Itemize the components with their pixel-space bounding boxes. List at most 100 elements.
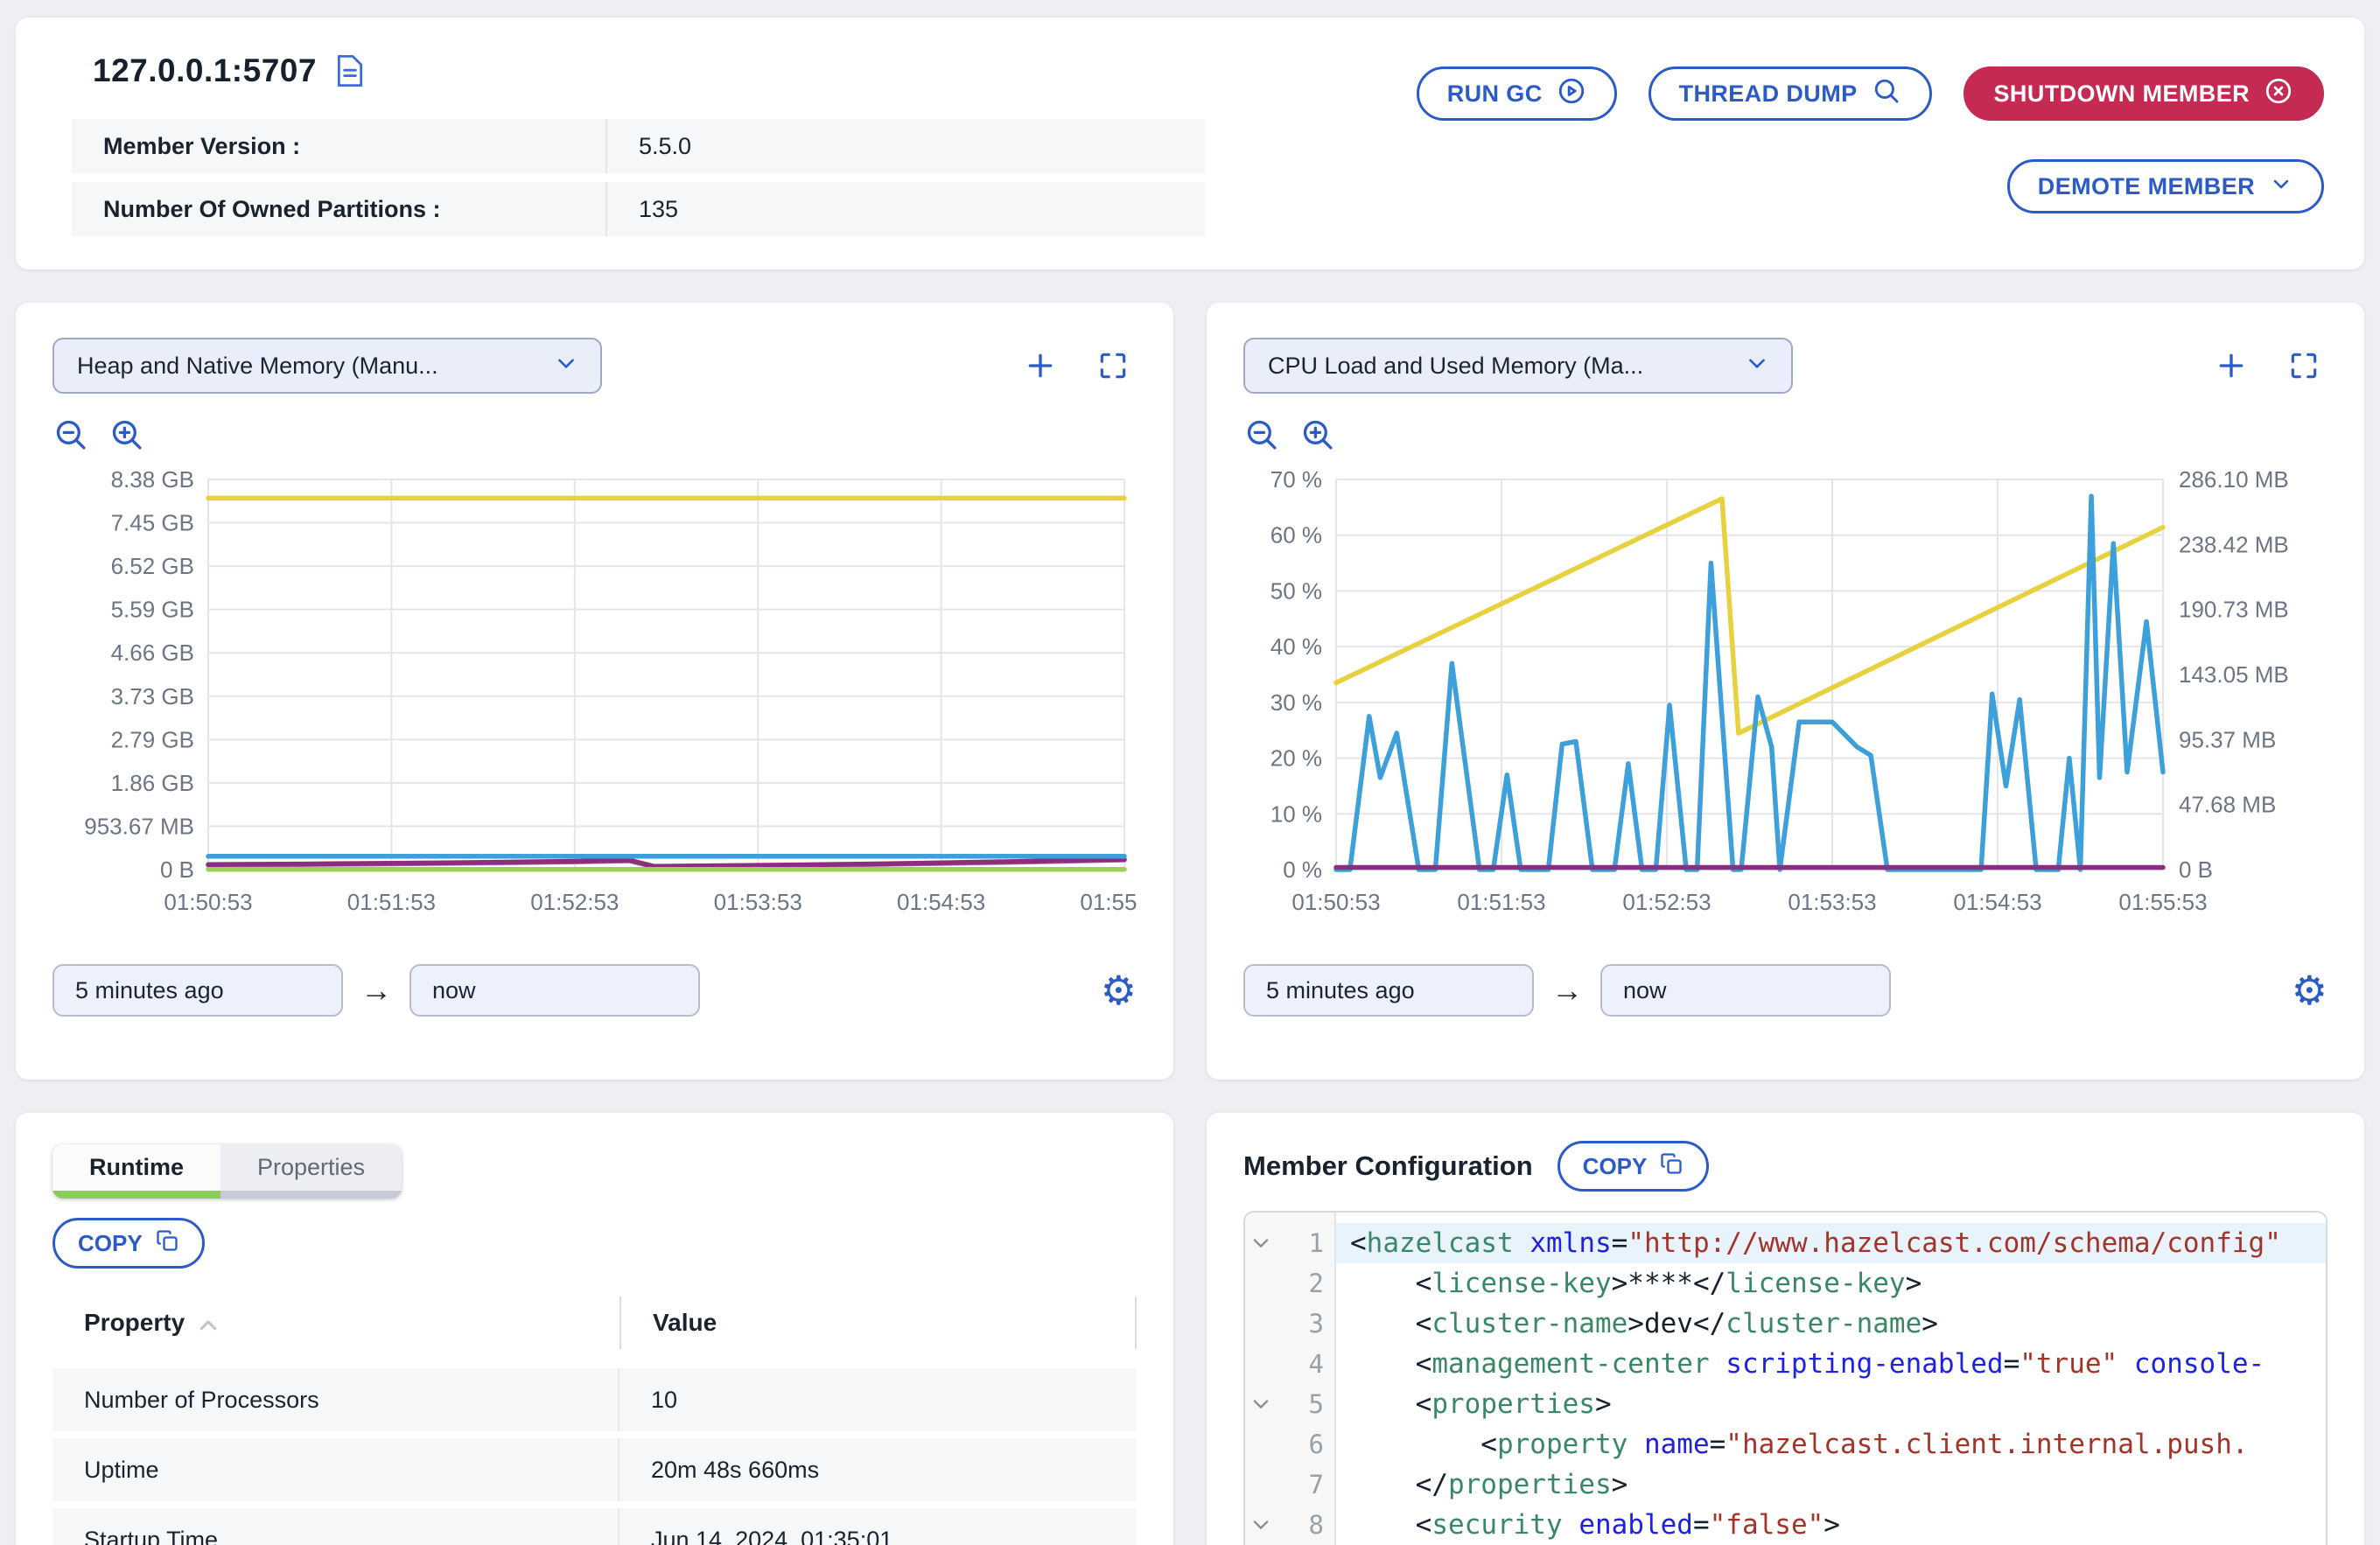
column-header-value-label: Value — [653, 1309, 717, 1337]
copy-runtime-label: COPY — [78, 1230, 143, 1257]
y-axis-tick-label: 8.38 GB — [111, 466, 194, 493]
page: 127.0.0.1:5707 Member Version :5.5.0Numb… — [0, 0, 2380, 1545]
code-line[interactable]: <property name="hazelcast.client.interna… — [1336, 1424, 2326, 1465]
member-info-value: 5.5.0 — [607, 119, 1205, 173]
copy-runtime-button[interactable]: COPY — [52, 1218, 205, 1269]
time-to-input[interactable]: now — [1600, 964, 1891, 1017]
add-chart-icon[interactable] — [1023, 348, 1058, 383]
copy-configuration-label: COPY — [1583, 1153, 1648, 1180]
fold-toggle-icon[interactable] — [1245, 1237, 1277, 1249]
table-row: Number of Processors10 — [52, 1368, 1137, 1431]
x-axis-tick-label: 01:50:53 — [164, 889, 252, 915]
chart-metric-select-cpu-value: CPU Load and Used Memory (Ma... — [1268, 353, 1643, 380]
gear-icon[interactable]: ⚙ — [1101, 970, 1137, 1010]
document-icon[interactable] — [336, 54, 364, 87]
code-line[interactable]: <cluster-name>dev</cluster-name> — [1336, 1304, 2326, 1344]
column-header-property[interactable]: Property — [52, 1297, 620, 1349]
tab-properties-label: Properties — [257, 1154, 365, 1181]
code-line[interactable]: <properties> — [1336, 1384, 2326, 1424]
x-axis-tick-label: 01:52:53 — [1622, 889, 1711, 915]
column-header-property-label: Property — [84, 1309, 185, 1337]
code-token — [1514, 1227, 1530, 1259]
member-configuration-card: Member Configuration COPY 123456789 <haz… — [1207, 1113, 2364, 1545]
x-axis-tick-label: 01:50:53 — [1292, 889, 1380, 915]
zoom-out-icon[interactable] — [1243, 416, 1280, 453]
code-token — [1563, 1509, 1579, 1541]
member-info-label: Number Of Owned Partitions : — [72, 182, 607, 236]
line-number: 4 — [1277, 1349, 1334, 1379]
x-axis-tick-label: 01:51:53 — [1457, 889, 1545, 915]
y-axis-tick-label: 50 % — [1270, 577, 1322, 604]
fullscreen-icon[interactable] — [2287, 349, 2320, 382]
zoom-in-icon[interactable] — [1299, 416, 1336, 453]
search-icon — [1872, 76, 1901, 112]
code-line[interactable]: </properties> — [1336, 1465, 2326, 1505]
right-y-axis-tick-label: 238.42 MB — [2179, 531, 2289, 557]
code-line[interactable]: <security enabled="false"> — [1336, 1505, 2326, 1545]
code-line[interactable]: <hazelcast xmlns="http://www.hazelcast.c… — [1336, 1223, 2326, 1263]
demote-member-button[interactable]: DEMOTE MEMBER — [2007, 159, 2324, 213]
time-from-input[interactable]: 5 minutes ago — [1243, 964, 1534, 1017]
copy-configuration-button[interactable]: COPY — [1558, 1141, 1710, 1192]
code-token — [1710, 1348, 1726, 1380]
code-token — [1628, 1429, 1644, 1460]
right-y-axis-tick-label: 95.37 MB — [2179, 726, 2276, 752]
gutter-row: 2 — [1245, 1263, 1334, 1304]
x-axis-tick-label: 01:53:53 — [1788, 889, 1876, 915]
table-row: Startup TimeJun 14, 2024, 01:35:01 — [52, 1508, 1137, 1545]
time-to-input[interactable]: now — [410, 964, 700, 1017]
code-token: scripting-enabled — [1726, 1348, 2003, 1380]
run-gc-button[interactable]: RUN GC — [1417, 66, 1617, 121]
shutdown-member-button[interactable]: SHUTDOWN MEMBER — [1964, 66, 2324, 121]
code-token: = — [1693, 1509, 1710, 1541]
member-info-row: Number Of Owned Partitions :135 — [72, 182, 1205, 236]
code-token: properties — [1432, 1388, 1595, 1420]
property-cell: Number of Processors — [52, 1368, 620, 1431]
code-token: enabled — [1578, 1509, 1693, 1541]
add-chart-icon[interactable] — [2214, 348, 2249, 383]
y-axis-tick-label: 30 % — [1270, 689, 1322, 716]
code-token: cluster-name — [1726, 1308, 1922, 1339]
editor-code-area[interactable]: <hazelcast xmlns="http://www.hazelcast.c… — [1336, 1213, 2326, 1545]
cpu-memory-chart-canvas[interactable]: 0 %10 %20 %30 %40 %50 %60 %70 %01:50:530… — [1243, 464, 2328, 936]
y-axis-tick-label: 2.79 GB — [111, 726, 194, 752]
gutter-row: 7 — [1245, 1465, 1334, 1505]
code-token: < — [1350, 1429, 1497, 1460]
fullscreen-icon[interactable] — [1096, 349, 1130, 382]
x-axis-tick-label: 01:54:53 — [1953, 889, 2041, 915]
code-token: >****</ — [1612, 1268, 1726, 1299]
right-y-axis-tick-label: 47.68 MB — [2179, 792, 2276, 818]
fold-toggle-icon[interactable] — [1245, 1519, 1277, 1531]
code-token: > — [1612, 1469, 1628, 1500]
thread-dump-button[interactable]: THREAD DUMP — [1648, 66, 1932, 121]
chart-metric-select-heap[interactable]: Heap and Native Memory (Manu... — [52, 338, 602, 394]
x-axis-tick-label: 01:52:53 — [530, 889, 619, 915]
member-header-card: 127.0.0.1:5707 Member Version :5.5.0Numb… — [16, 17, 2364, 269]
member-summary: 127.0.0.1:5707 Member Version :5.5.0Numb… — [72, 52, 1205, 269]
value-cell: 20m 48s 660ms — [620, 1438, 1137, 1501]
run-gc-label: RUN GC — [1447, 80, 1543, 108]
code-token: license-key — [1432, 1268, 1611, 1299]
xml-config-editor[interactable]: 123456789 <hazelcast xmlns="http://www.h… — [1243, 1211, 2328, 1545]
code-token — [2118, 1348, 2134, 1380]
x-circle-icon — [2264, 76, 2293, 112]
tab-runtime[interactable]: Runtime — [52, 1144, 220, 1199]
code-token: property — [1497, 1429, 1628, 1460]
line-number: 8 — [1277, 1510, 1334, 1540]
chart-metric-select-cpu[interactable]: CPU Load and Used Memory (Ma... — [1243, 338, 1793, 394]
code-line[interactable]: <license-key>****</license-key> — [1336, 1263, 2326, 1304]
fold-toggle-icon[interactable] — [1245, 1398, 1277, 1410]
zoom-in-icon[interactable] — [108, 416, 145, 453]
code-line[interactable]: <management-center scripting-enabled="tr… — [1336, 1344, 2326, 1384]
tab-properties[interactable]: Properties — [220, 1144, 402, 1199]
heap-memory-chart-canvas[interactable]: 0 B953.67 MB1.86 GB2.79 GB3.73 GB4.66 GB… — [52, 464, 1137, 936]
code-token: security — [1432, 1509, 1562, 1541]
zoom-out-icon[interactable] — [52, 416, 89, 453]
value-cell: 10 — [620, 1368, 1137, 1431]
x-axis-tick-label: 01:51:53 — [347, 889, 436, 915]
column-header-value[interactable]: Value — [620, 1297, 1137, 1349]
x-axis-tick-label: 01:55:53 — [2118, 889, 2207, 915]
time-from-input[interactable]: 5 minutes ago — [52, 964, 343, 1017]
gear-icon[interactable]: ⚙ — [2292, 970, 2328, 1010]
code-token: = — [1710, 1429, 1726, 1460]
